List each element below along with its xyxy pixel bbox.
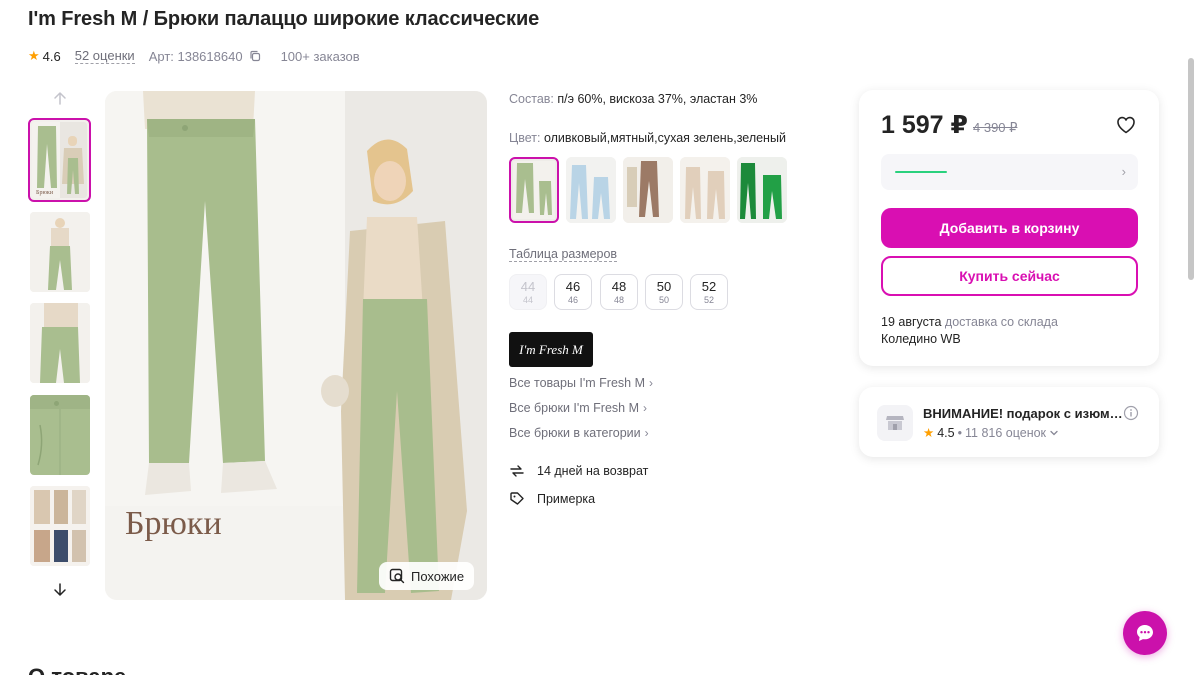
size-option-44[interactable]: 44 44 — [509, 274, 547, 310]
product-rating: 4.6 — [42, 48, 61, 64]
star-icon: ★ — [923, 426, 935, 440]
color-swatch-beige[interactable] — [680, 157, 730, 223]
swatch-image — [566, 157, 616, 223]
link-category-trousers[interactable]: Все брюки в категории › — [509, 426, 649, 440]
chevron-down-icon — [1050, 430, 1058, 435]
thumbnail-3[interactable] — [30, 303, 90, 383]
thumbnail-5[interactable] — [30, 486, 90, 566]
current-price: 1 597 ₽ — [881, 111, 968, 139]
thumbnail-image — [30, 212, 90, 292]
swatch-image — [623, 157, 673, 223]
star-icon: ★ — [28, 48, 40, 63]
chevron-right-icon: › — [649, 376, 653, 390]
heart-icon[interactable] — [1116, 116, 1136, 134]
composition: Состав: п/э 60%, вискоза 37%, эластан 3% — [509, 92, 758, 106]
add-to-cart-button[interactable]: Добавить в корзину — [881, 208, 1138, 248]
delivery-info: 19 августа доставка со склада Коледино WB — [881, 315, 1058, 346]
promo-indicator — [895, 171, 947, 173]
arrow-up-icon[interactable] — [52, 90, 68, 106]
product-photo: Брюки — [105, 91, 487, 600]
product-meta: ★ 4.6 52 оценки Арт: 138618640 100+ зака… — [28, 48, 360, 64]
old-price: 4 390 ₽ — [973, 120, 1018, 135]
chat-icon — [1137, 625, 1153, 641]
buy-card: 1 597 ₽ 4 390 ₽ › Добавить в корзину Куп… — [859, 90, 1159, 366]
size-table-link[interactable]: Таблица размеров — [509, 247, 618, 262]
seller-rating: ★ 4.5 • 11 816 оценок — [923, 425, 1059, 440]
info-icon[interactable] — [1123, 405, 1139, 421]
promo-row[interactable]: › — [881, 154, 1138, 190]
return-policy: 14 дней на возврат — [509, 463, 648, 479]
similar-label: Похожие — [411, 568, 465, 584]
similar-button[interactable]: Похожие — [379, 562, 475, 590]
color-info: Цвет: оливковый,мятный,сухая зелень,зеле… — [509, 131, 786, 145]
copy-icon[interactable] — [249, 50, 261, 62]
fitting-option: Примерка — [509, 491, 595, 507]
seller-card[interactable]: ВНИМАНИЕ! подарок с изюм… ★ 4.5 • 11 816… — [859, 387, 1159, 457]
size-option-48[interactable]: 48 48 — [600, 274, 638, 310]
brand-logo[interactable]: I'm Fresh M — [509, 332, 593, 367]
chat-button[interactable] — [1123, 611, 1167, 655]
reviews-link[interactable]: 52 оценки — [74, 48, 135, 64]
color-swatch-mint[interactable] — [566, 157, 616, 223]
swatch-image — [737, 157, 787, 223]
article-number: Арт: 138618640 — [148, 48, 243, 64]
color-swatch-olive[interactable] — [509, 157, 559, 223]
tag-icon — [510, 492, 524, 505]
store-icon — [877, 405, 913, 441]
color-swatch-brown[interactable] — [623, 157, 673, 223]
similar-search-icon — [389, 568, 405, 584]
thumb-caption: Брюки — [36, 190, 54, 196]
size-option-46[interactable]: 46 46 — [554, 274, 592, 310]
chevron-right-icon: › — [1121, 164, 1126, 179]
thumbnail-4[interactable] — [30, 395, 90, 475]
seller-name: ВНИМАНИЕ! подарок с изюм… — [923, 406, 1123, 421]
color-swatch-green[interactable] — [737, 157, 787, 223]
product-title: I'm Fresh M / Брюки палаццо широкие клас… — [28, 8, 540, 30]
main-product-image[interactable]: Брюки — [105, 91, 487, 600]
link-brand-trousers[interactable]: Все брюки I'm Fresh M › — [509, 401, 647, 415]
chevron-right-icon: › — [643, 401, 648, 415]
swatch-image — [680, 157, 730, 223]
thumbnail-image — [30, 395, 90, 475]
thumbnail-image: Брюки — [32, 122, 87, 198]
arrow-down-icon[interactable] — [52, 582, 68, 598]
thumbnail-2[interactable] — [30, 212, 90, 292]
swatch-image — [513, 161, 555, 219]
orders-count: 100+ заказов — [280, 48, 360, 64]
link-all-brand-items[interactable]: Все товары I'm Fresh M › — [509, 376, 653, 390]
return-icon — [510, 465, 524, 477]
size-option-50[interactable]: 50 50 — [645, 274, 683, 310]
section-heading: О товаре — [28, 664, 126, 675]
buy-now-button[interactable]: Купить сейчас — [881, 256, 1138, 296]
size-option-52[interactable]: 52 52 — [690, 274, 728, 310]
main-image-caption: Брюки — [125, 505, 222, 542]
chevron-right-icon: › — [644, 426, 649, 440]
thumbnail-1[interactable]: Брюки — [28, 118, 91, 202]
thumbnail-image — [30, 486, 90, 566]
scrollbar[interactable] — [1188, 58, 1194, 280]
thumbnail-image — [30, 303, 90, 383]
